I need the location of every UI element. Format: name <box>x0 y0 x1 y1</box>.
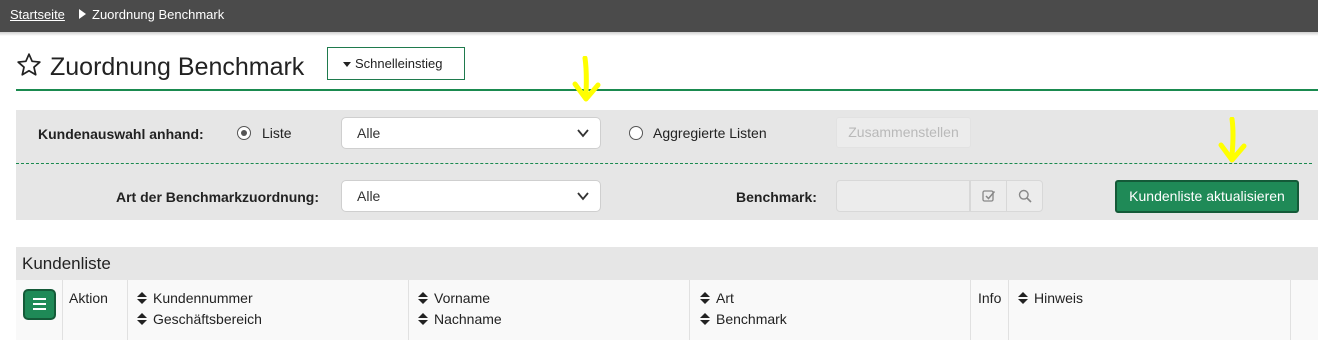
list-select-value: Alle <box>357 125 381 141</box>
column-header-type[interactable]: Art <box>716 290 734 306</box>
column-divider <box>1008 280 1009 340</box>
customer-list-title: Kundenliste <box>22 254 111 273</box>
sort-icon[interactable] <box>700 292 710 304</box>
breadcrumb-current: Zuordnung Benchmark <box>92 7 225 22</box>
radio-aggregated-label: Aggregierte Listen <box>653 125 767 141</box>
benchmark-search-button[interactable] <box>1006 180 1043 212</box>
list-select[interactable]: Alle <box>341 117 601 149</box>
chevron-down-icon <box>577 192 589 201</box>
compose-button[interactable]: Zusammenstellen <box>836 117 971 148</box>
radio-aggregated[interactable] <box>629 126 643 140</box>
sort-icon[interactable] <box>700 313 710 325</box>
column-divider <box>689 280 690 340</box>
benchmark-input[interactable] <box>836 180 970 212</box>
column-divider <box>127 280 128 340</box>
hamburger-menu-icon[interactable] <box>23 289 56 320</box>
filter-row-divider <box>16 163 1312 164</box>
column-divider <box>62 280 63 340</box>
radio-list[interactable] <box>237 126 251 140</box>
star-icon[interactable] <box>16 52 42 78</box>
breadcrumb-separator-icon <box>79 9 86 19</box>
caret-down-icon <box>343 62 351 67</box>
title-divider <box>16 89 1318 91</box>
customer-table-header <box>16 280 1318 340</box>
column-divider <box>1290 280 1291 340</box>
benchmark-label: Benchmark: <box>736 189 817 205</box>
radio-list-label: Liste <box>262 125 292 141</box>
annotation-arrow-icon <box>1218 117 1247 163</box>
sort-icon[interactable] <box>1018 292 1028 304</box>
assignment-type-label: Art der Benchmarkzuordnung: <box>116 189 320 205</box>
column-header-customer-number[interactable]: Kundennummer <box>153 290 253 306</box>
quick-access-label: Schnelleinstieg <box>355 56 443 71</box>
assignment-type-select[interactable]: Alle <box>341 180 601 212</box>
column-header-info: Info <box>978 290 1002 306</box>
breadcrumb: Startseite Zuordnung Benchmark <box>0 0 1318 32</box>
chevron-down-icon <box>577 129 589 138</box>
refresh-customer-list-button[interactable]: Kundenliste aktualisieren <box>1115 180 1299 213</box>
search-icon <box>1018 189 1032 203</box>
check-square-icon <box>982 190 996 202</box>
column-divider <box>408 280 409 340</box>
sort-icon[interactable] <box>137 313 147 325</box>
page-title: Zuordnung Benchmark <box>50 53 305 81</box>
assignment-type-value: Alle <box>357 188 381 204</box>
column-header-last-name[interactable]: Nachname <box>434 311 502 327</box>
sort-icon[interactable] <box>418 313 428 325</box>
annotation-arrow-icon <box>572 56 601 102</box>
sort-icon[interactable] <box>137 292 147 304</box>
column-header-business-unit[interactable]: Geschäftsbereich <box>153 311 262 327</box>
sort-icon[interactable] <box>418 292 428 304</box>
benchmark-select-button[interactable] <box>970 180 1007 212</box>
customer-selection-label: Kundenauswahl anhand: <box>38 126 204 142</box>
breadcrumb-home-link[interactable]: Startseite <box>10 7 65 22</box>
column-header-note[interactable]: Hinweis <box>1034 290 1083 306</box>
topbar-shadow <box>0 32 1318 36</box>
column-divider <box>970 280 971 340</box>
column-header-benchmark[interactable]: Benchmark <box>716 311 787 327</box>
column-header-first-name[interactable]: Vorname <box>434 290 490 306</box>
quick-access-button[interactable]: Schnelleinstieg <box>327 47 465 80</box>
column-header-action: Aktion <box>69 290 108 306</box>
